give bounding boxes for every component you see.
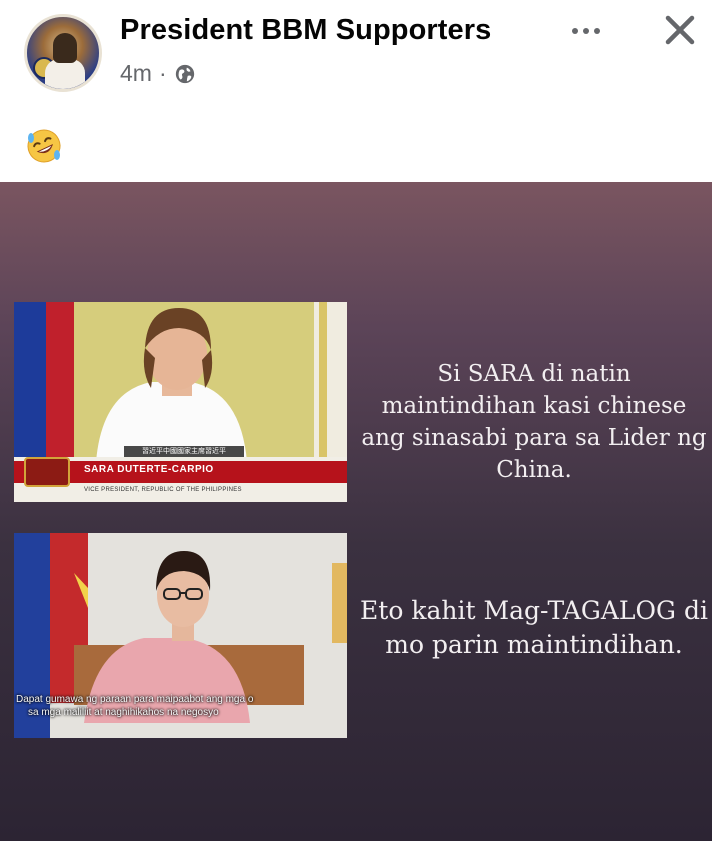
subtitle-line: sa mga maliliit at naghihikahos na negos…: [28, 707, 219, 718]
meme-image[interactable]: 習近平中國國家主席習近平 SARA DUTERTE-CARPIO VICE PR…: [0, 182, 712, 841]
more-options-button[interactable]: [566, 16, 606, 46]
avatar-figure-head: [53, 33, 77, 63]
lower-third-name: SARA DUTERTE-CARPIO: [84, 464, 214, 475]
seal-logo-icon: [24, 457, 70, 487]
video-still-sara: 習近平中國國家主席習近平 SARA DUTERTE-CARPIO VICE PR…: [14, 302, 347, 502]
post-meta: 4m ·: [120, 60, 196, 87]
dot-icon: [572, 28, 578, 34]
caption-panel2: Eto kahit Mag-TAGALOG di mo parin mainti…: [360, 596, 708, 659]
page-avatar[interactable]: [24, 14, 102, 92]
post-header: President BBM Supporters 4m ·: [0, 0, 712, 163]
lower-third-title: VICE PRESIDENT, REPUBLIC OF THE PHILIPPI…: [84, 487, 242, 493]
dot-icon: [594, 28, 600, 34]
video-still-robredo: Dapat gumawa ng paraan para maipaabot an…: [14, 533, 347, 738]
subtitle-line: Dapat gumawa ng paraan para maipaabot an…: [16, 694, 254, 705]
post-time[interactable]: 4m: [120, 60, 152, 87]
dot-icon: [583, 28, 589, 34]
subtitle-chinese: 習近平中國國家主席習近平: [124, 446, 244, 457]
globe-icon[interactable]: [174, 63, 196, 85]
caption-panel1: Si SARA di natin maintindihan kasi chine…: [361, 361, 707, 483]
avatar-figure-body: [45, 59, 85, 89]
laughing-emoji-icon: [27, 129, 61, 163]
meta-separator: ·: [158, 60, 167, 86]
subtitle-tagalog: Dapat gumawa ng paraan para maipaabot an…: [14, 693, 347, 719]
page-name[interactable]: President BBM Supporters: [120, 14, 491, 47]
close-icon[interactable]: [660, 10, 700, 50]
